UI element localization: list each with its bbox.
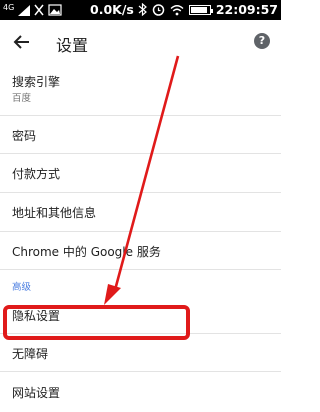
annotation-arrow: [104, 55, 180, 305]
